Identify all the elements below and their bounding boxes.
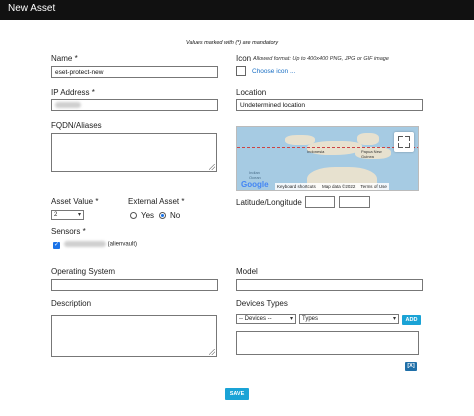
location-label: Location xyxy=(236,88,267,97)
asset-value-label: Asset Value * xyxy=(51,197,99,206)
icon-format-hint: Allowed format: Up to 400x400 PNG, JPG o… xyxy=(253,56,389,62)
choose-icon-link[interactable]: Choose icon ... xyxy=(252,68,295,75)
devices-list-box[interactable] xyxy=(236,331,419,355)
save-button[interactable]: SAVE xyxy=(225,388,249,400)
longitude-input[interactable] xyxy=(339,196,370,208)
equator-line xyxy=(237,147,418,148)
mandatory-note: Values marked with (*) are mandatory xyxy=(186,40,279,46)
fqdn-textarea[interactable] xyxy=(51,133,217,172)
location-map[interactable]: Indonesia Papua New Guinea Indian Ocean … xyxy=(236,126,419,191)
external-asset-yes-label: Yes xyxy=(141,211,155,220)
map-land xyxy=(357,133,379,145)
external-asset-no-radio[interactable] xyxy=(159,212,166,219)
keyboard-shortcuts-link[interactable]: Keyboard shortcuts xyxy=(277,184,316,189)
external-asset-no-label: No xyxy=(170,211,181,220)
chevron-down-icon: ▾ xyxy=(289,316,293,322)
description-label: Description xyxy=(51,299,92,308)
external-asset-label: External Asset * xyxy=(128,197,185,206)
terms-link[interactable]: Terms of Use xyxy=(360,184,387,189)
fqdn-label: FQDN/Aliases xyxy=(51,121,102,130)
ip-address-label: IP Address * xyxy=(51,88,95,97)
asset-value-select[interactable]: 2 ▾ xyxy=(51,210,84,220)
latitude-input[interactable] xyxy=(305,196,335,208)
window-title: New Asset xyxy=(8,3,56,14)
latlong-label: Latitude/Longitude xyxy=(236,198,302,207)
sensor-item-suffix: (alienvault) xyxy=(107,241,138,248)
chevron-down-icon: ▾ xyxy=(392,316,396,322)
operating-system-input[interactable] xyxy=(51,279,218,291)
window-titlebar: New Asset xyxy=(0,0,474,20)
asset-value-selected: 2 xyxy=(54,212,58,218)
description-textarea[interactable] xyxy=(51,315,217,357)
model-label: Model xyxy=(236,267,258,276)
ip-address-input[interactable] xyxy=(51,99,218,111)
types-select[interactable]: Types ▾ xyxy=(299,314,399,324)
remove-device-button[interactable]: [X] xyxy=(405,362,417,371)
name-input[interactable]: eset-protect-new xyxy=(51,66,218,78)
resize-grip-icon[interactable] xyxy=(209,164,215,170)
name-label: Name * xyxy=(51,54,78,63)
chevron-down-icon: ▾ xyxy=(77,212,81,218)
types-select-value: Types xyxy=(302,316,319,322)
sensors-label: Sensors * xyxy=(51,227,86,236)
devices-select[interactable]: -- Devices -- ▾ xyxy=(236,314,296,324)
google-logo: Google xyxy=(241,180,269,189)
location-input[interactable]: Undetermined location xyxy=(236,99,423,111)
model-input[interactable] xyxy=(236,279,423,291)
fullscreen-icon[interactable] xyxy=(394,132,414,152)
redacted-sensor-name xyxy=(64,241,106,247)
resize-grip-icon[interactable] xyxy=(209,349,215,355)
icon-label: Icon xyxy=(236,54,252,63)
devices-types-label: Devices Types xyxy=(236,299,288,308)
map-label-indonesia: Indonesia xyxy=(307,149,325,154)
map-data-text: Map data ©2022 xyxy=(322,184,356,189)
redacted-ip xyxy=(55,102,81,109)
operating-system-label: Operating System xyxy=(51,267,116,276)
sensor-item: (alienvault) xyxy=(64,241,137,248)
map-label-papua: Papua New Guinea xyxy=(361,149,382,159)
add-device-button[interactable]: ADD xyxy=(402,315,421,325)
map-footer: Keyboard shortcuts Map data ©2022 Terms … xyxy=(275,183,389,190)
sensor-checkbox[interactable]: ✓ xyxy=(53,242,60,249)
devices-select-value: -- Devices -- xyxy=(239,316,272,322)
icon-preview xyxy=(236,66,246,76)
external-asset-yes-radio[interactable] xyxy=(130,212,137,219)
